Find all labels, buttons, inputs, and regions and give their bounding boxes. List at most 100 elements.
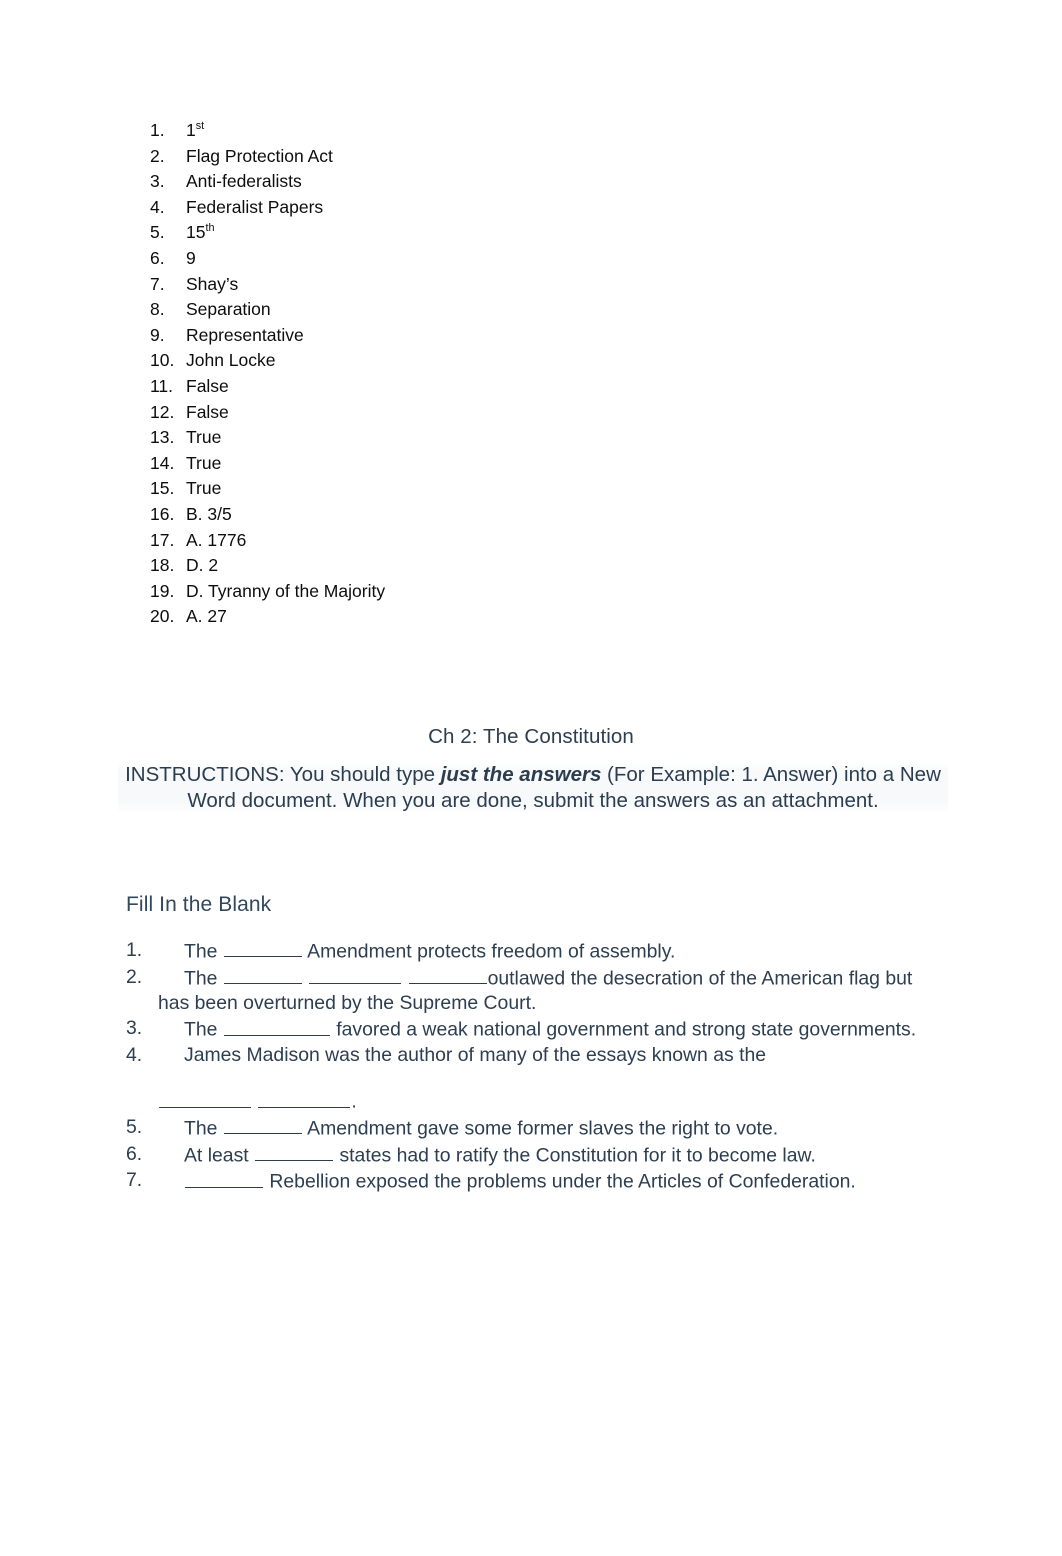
fill-in-blank-segment: . — [351, 1090, 357, 1113]
answer-item-number: 18. — [150, 555, 175, 576]
answer-list-item: 6. 9 — [150, 246, 670, 272]
fill-in-the-blank-list: 1. The Amendment protects freedom of asse… — [126, 938, 946, 1195]
answer-item-number: 10. — [150, 350, 175, 371]
chapter-title: Ch 2: The Constitution — [428, 725, 634, 748]
answer-item-number: 16. — [150, 503, 175, 524]
fill-in-blank-text: James Madison was the author of many of … — [158, 1043, 946, 1115]
fill-in-blank-segment: Amendment gave some former slaves the ri… — [302, 1117, 779, 1140]
answer-item-number: 13. — [150, 427, 175, 448]
fill-in-blank-number: 2. — [126, 965, 143, 988]
fill-in-blank-segment — [303, 967, 308, 989]
answer-item-text: A. 27 — [186, 606, 227, 627]
answer-item-ordinal-suffix: th — [205, 222, 215, 235]
fill-in-blank-item: 2. The outlawed the desecration of the Am… — [126, 965, 946, 1017]
fill-in-blank-number: 6. — [126, 1142, 143, 1165]
answer-item-number: 12. — [150, 401, 175, 422]
fill-in-blank-segment: Amendment protects freedom of assembly. — [302, 940, 676, 963]
answer-list-item: 12. False — [150, 400, 670, 426]
instructions-paragraph: INSTRUCTIONS: You should type just the a… — [118, 762, 948, 813]
answer-item-number: 2. — [150, 145, 165, 166]
answer-item-text: 9 — [186, 247, 196, 268]
answer-list-item: 15. True — [150, 476, 670, 502]
fill-in-blank-number: 4. — [126, 1044, 143, 1067]
answer-item-number: 9. — [150, 324, 165, 345]
answer-item-text: True — [186, 452, 222, 473]
fill-in-blank-number: 1. — [126, 939, 143, 961]
answer-list-item: 20. A. 27 — [150, 604, 670, 630]
answer-list-item: 13. True — [150, 425, 670, 451]
answer-item-number: 6. — [150, 247, 165, 268]
answer-item-number: 8. — [150, 299, 165, 320]
answer-item-text: False — [186, 375, 229, 396]
answer-blank-2[interactable] — [258, 1088, 351, 1108]
answer-blank-1[interactable] — [223, 1016, 330, 1036]
answer-item-text: True — [186, 478, 222, 499]
answer-blank-1[interactable] — [185, 1168, 263, 1188]
fill-in-blank-segment: Rebellion exposed the problems under the… — [264, 1170, 856, 1193]
answer-item-text: 1 — [186, 120, 196, 140]
answer-item-number: 5. — [150, 222, 165, 243]
answer-item-number: 1. — [150, 120, 165, 140]
answer-item-text: Shay’s — [186, 273, 239, 294]
answer-blank-1[interactable] — [255, 1142, 334, 1161]
fill-in-blank-item: 6. At least states had to ratify the Cons… — [126, 1142, 946, 1169]
answer-item-text: Anti-federalists — [186, 171, 302, 192]
fill-in-blank-item: 4. James Madison was the author of many o… — [126, 1043, 946, 1115]
answer-item-text: False — [186, 401, 229, 422]
answer-list-item: 8. Separation — [150, 297, 670, 323]
answer-item-text: B. 3/5 — [186, 503, 232, 524]
fill-in-blank-item: 1. The Amendment protects freedom of asse… — [126, 938, 946, 965]
fill-in-blank-segment: The — [184, 940, 223, 963]
answer-blank-1[interactable] — [223, 1115, 302, 1135]
section-heading-fill-in-the-blank: Fill In the Blank — [126, 893, 272, 916]
answer-blank-1[interactable] — [223, 965, 302, 985]
answer-list-item: 18. D. 2 — [150, 553, 670, 579]
answer-item-number: 4. — [150, 196, 165, 217]
answer-item-text: John Locke — [186, 350, 276, 371]
fill-in-blank-segment — [402, 967, 407, 989]
answer-list-item: 3. Anti-federalists — [150, 169, 670, 195]
answer-item-number: 17. — [150, 529, 175, 550]
fill-in-blank-text: The Amendment protects freedom of assemb… — [158, 938, 946, 965]
fill-in-blank-number: 5. — [126, 1115, 143, 1138]
answer-blank-3[interactable] — [408, 965, 487, 985]
answer-list-item: 17. A. 1776 — [150, 528, 670, 554]
answer-list-item: 19. D. Tyranny of the Majority — [150, 579, 670, 605]
answer-item-number: 7. — [150, 273, 165, 294]
answer-list-item: 7. Shay’s — [150, 272, 670, 298]
answer-blank-1[interactable] — [159, 1088, 251, 1108]
answer-list-item: 11. False — [150, 374, 670, 400]
document-page: 1. 1st 2. Flag Protection Act 3. Anti-federa… — [0, 0, 1062, 1556]
fill-in-blank-text: The favored a weak national government a… — [158, 1016, 946, 1043]
fill-in-blank-number: 3. — [126, 1017, 143, 1040]
fill-in-blank-number: 7. — [126, 1169, 143, 1192]
answer-list-item: 1. 1st — [150, 118, 670, 144]
fill-in-blank-item: 7. Rebellion exposed the problems under … — [126, 1168, 946, 1195]
fill-in-blank-segment — [252, 1091, 257, 1113]
answer-item-ordinal-suffix: st — [195, 120, 205, 133]
answer-item-number: 20. — [150, 606, 175, 627]
fill-in-blank-segment: favored a weak national government and s… — [330, 1018, 917, 1041]
answer-blank-1[interactable] — [223, 938, 302, 958]
answer-list-item: 4. Federalist Papers — [150, 195, 670, 221]
fill-in-blank-text: The Amendment gave some former slaves th… — [158, 1115, 946, 1142]
answer-list-item: 10. John Locke — [150, 348, 670, 374]
instructions-emphasis: just the answers — [440, 763, 602, 786]
fill-in-blank-text: The outlawed the desecration of the Amer… — [158, 965, 946, 1017]
answer-blank-row: . — [158, 1088, 946, 1115]
fill-in-blank-segment: The — [184, 1018, 223, 1041]
answer-item-text: D. 2 — [186, 555, 219, 576]
answer-item-number: 14. — [150, 452, 175, 473]
answer-item-text: Separation — [186, 299, 271, 320]
fill-in-blank-segment: James Madison was the author of many of … — [184, 1044, 767, 1067]
answer-list-item: 14. True — [150, 451, 670, 477]
answer-list-item: 2. Flag Protection Act — [150, 144, 670, 170]
answer-item-text: Flag Protection Act — [186, 145, 333, 166]
answer-item-text: Federalist Papers — [186, 196, 324, 217]
answer-item-number: 15. — [150, 478, 175, 499]
answer-blank-2[interactable] — [309, 965, 402, 985]
answer-list-item: 9. Representative — [150, 323, 670, 349]
fill-in-blank-item: 5. The Amendment gave some former slaves … — [126, 1115, 946, 1142]
answer-item-text: True — [186, 427, 222, 448]
answer-item-text: D. Tyranny of the Majority — [186, 580, 386, 601]
